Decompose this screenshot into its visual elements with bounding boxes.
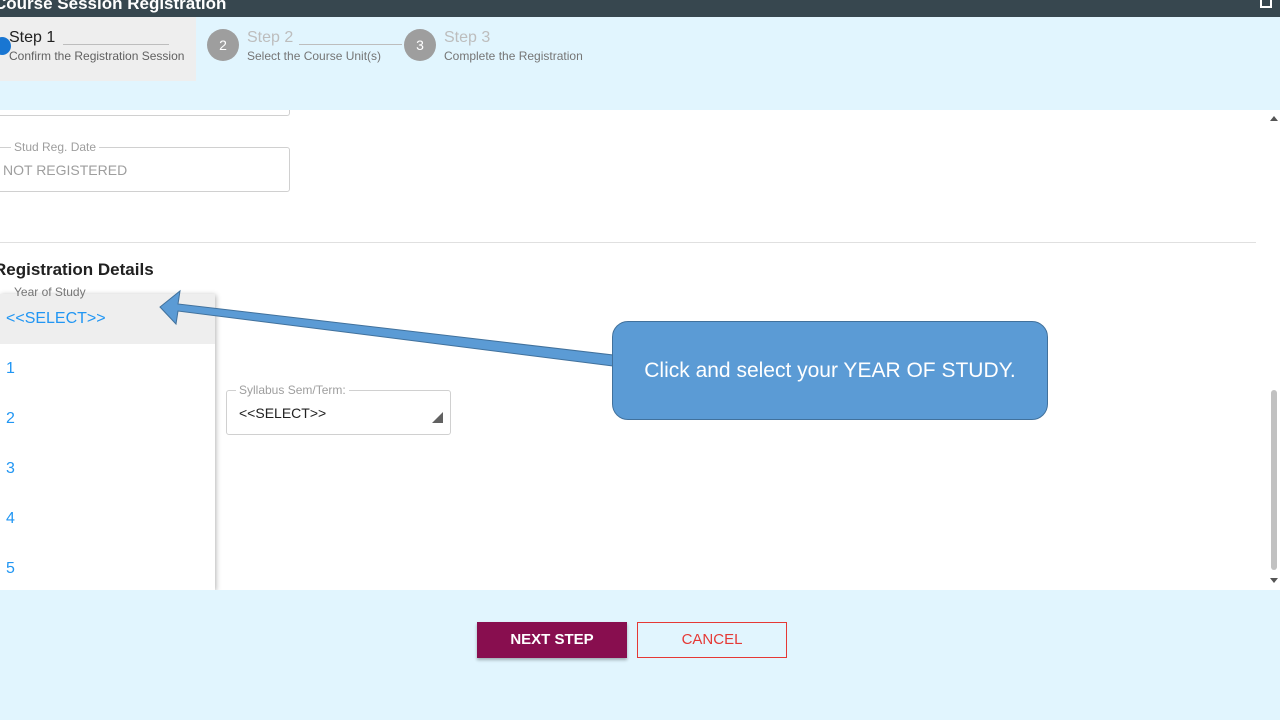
instruction-callout: Click and select your YEAR OF STUDY. — [612, 321, 1048, 420]
cancel-button[interactable]: CANCEL — [637, 622, 787, 658]
year-of-study-label: Year of Study — [14, 285, 86, 299]
next-step-button[interactable]: NEXT STEP — [477, 622, 627, 658]
callout-arrow-shape — [159, 289, 614, 367]
